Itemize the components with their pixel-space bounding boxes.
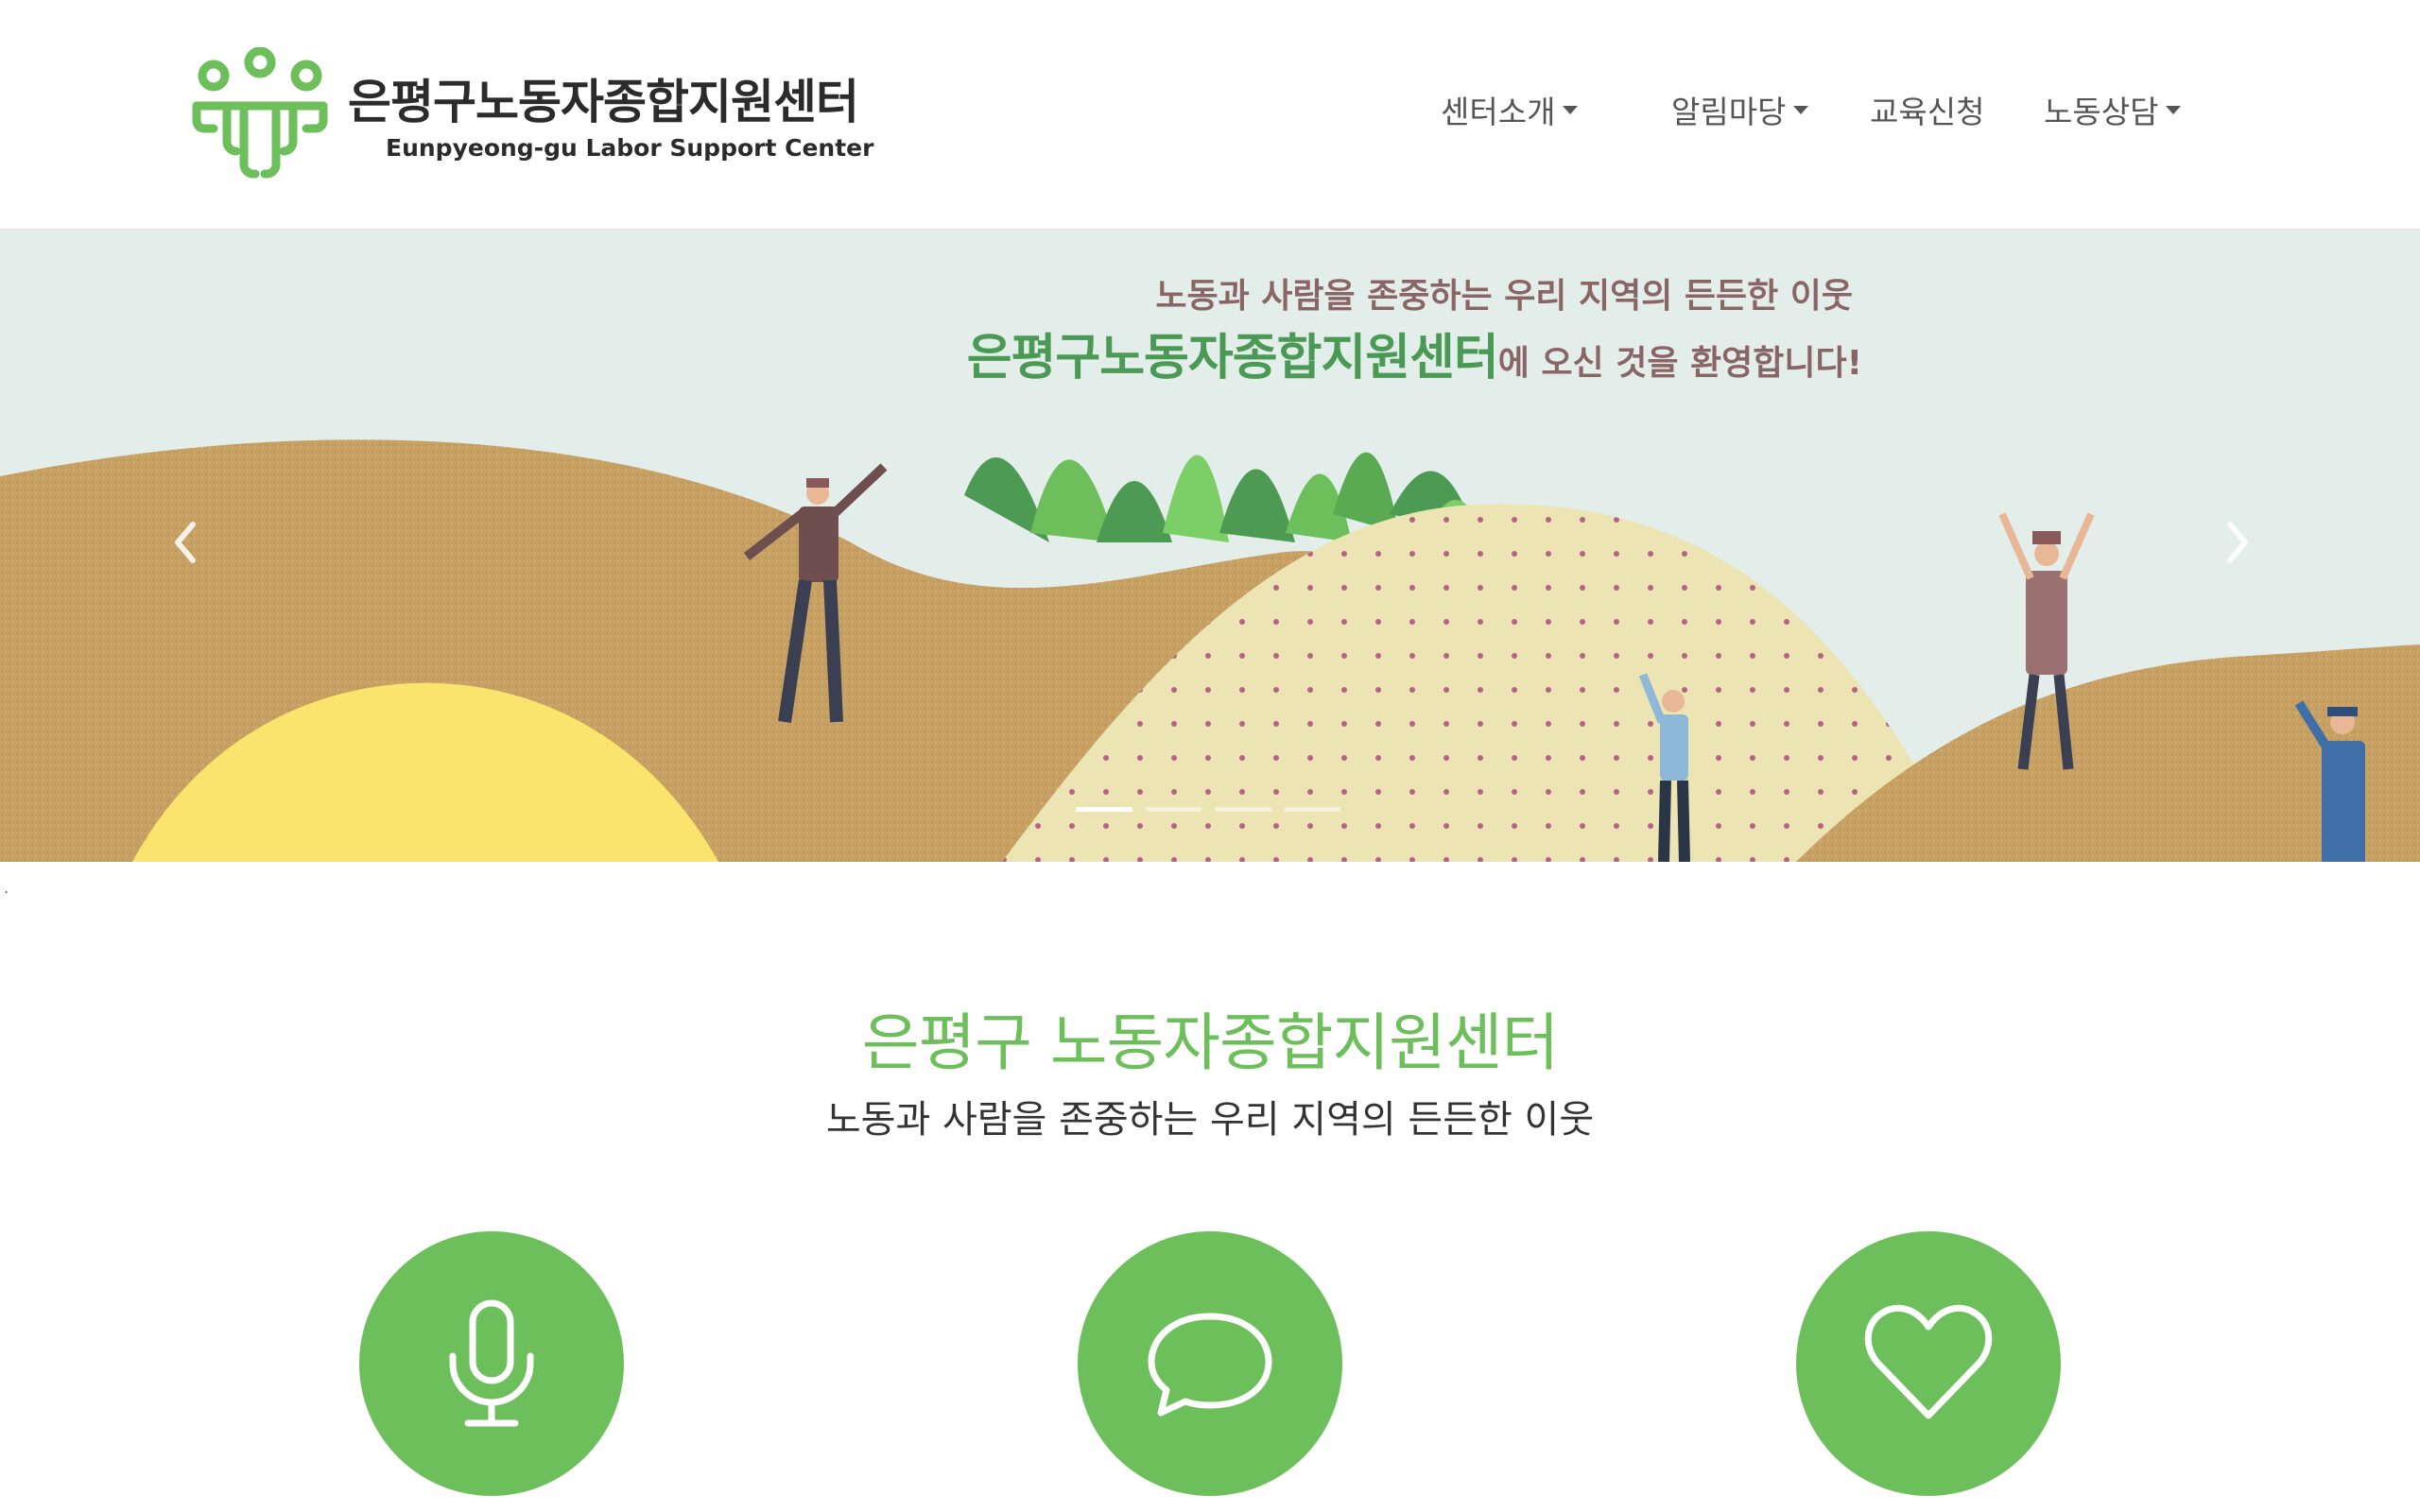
nav-item-center-intro[interactable]: 센터소개 [1441, 87, 1579, 132]
carousel-prev-button[interactable] [165, 514, 203, 571]
feature-chat-button[interactable] [1078, 1231, 1342, 1496]
carousel-indicator-2[interactable] [1145, 807, 1201, 812]
hero-carousel[interactable]: 노동과 사람을 존중하는 우리 지역의 든든한 이웃 은평구노동자종합지원센터에… [0, 231, 2420, 862]
carousel-indicators [1076, 807, 1340, 816]
carousel-indicator-1[interactable] [1076, 807, 1132, 812]
caret-down-icon [1793, 105, 1809, 114]
carousel-next-button[interactable] [2220, 514, 2257, 571]
nav-item-notices[interactable]: 알림마당 [1671, 87, 1809, 132]
carousel-indicator-4[interactable] [1284, 807, 1340, 812]
hero-welcome: 은평구노동자종합지원센터에 오신 것을 환영합니다! [0, 318, 1862, 388]
heart-icon [1864, 1304, 1993, 1419]
stray-dot: . [4, 879, 9, 897]
microphone-icon [449, 1299, 534, 1427]
nav-item-education[interactable]: 교육신청 [1870, 87, 1984, 132]
nav-label: 교육신청 [1870, 94, 1985, 130]
intro-title: 은평구 노동자종합지원센터 [861, 1006, 1560, 1079]
caret-down-icon [2166, 105, 2182, 114]
carousel-indicator-3[interactable] [1215, 807, 1271, 812]
hero-welcome-rest: 에 오신 것을 환영합니다! [1497, 344, 1862, 383]
nav-item-counseling[interactable]: 노동상담 [2044, 87, 2182, 132]
caret-down-icon [1563, 105, 1579, 114]
nav-label: 노동상담 [2044, 94, 2159, 130]
nav-label: 센터소개 [1441, 94, 1556, 130]
chevron-left-icon [175, 522, 196, 563]
speech-bubble-icon [1148, 1313, 1272, 1417]
nav-label: 알림마당 [1671, 94, 1787, 130]
chevron-right-icon [2227, 522, 2248, 563]
main-nav: 센터소개 알림마당 교육신청 노동상담 [0, 87, 2420, 144]
intro-subtitle: 노동과 사람을 존중하는 우리 지역의 든든한 이웃 [825, 1098, 1595, 1142]
hero-center-name: 은평구노동자종합지원센터 [966, 330, 1499, 387]
hero-tagline: 노동과 사람을 존중하는 우리 지역의 든든한 이웃 [1155, 277, 1853, 316]
feature-heart-button[interactable] [1796, 1231, 2061, 1496]
site-header: 은평구노동자종합지원센터 Eunpyeong-gu Labor Support … [0, 0, 2420, 231]
feature-microphone-button[interactable] [359, 1231, 624, 1496]
